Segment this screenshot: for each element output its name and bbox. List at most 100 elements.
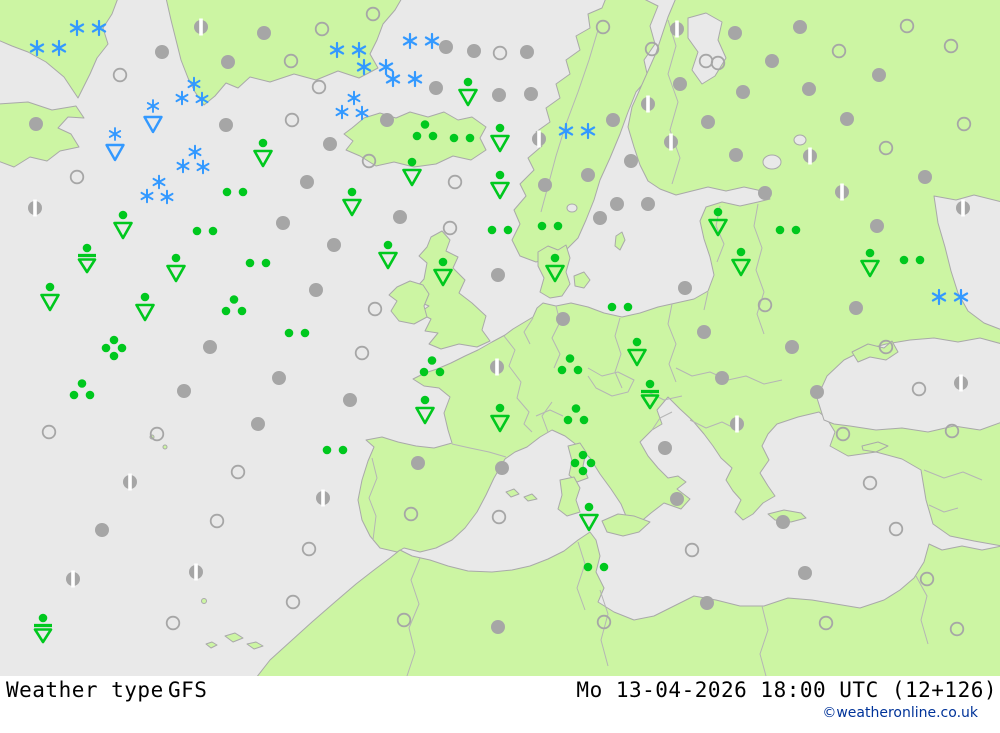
partly-cloudy-icon xyxy=(803,147,817,165)
clear-sky-icon xyxy=(596,614,612,630)
clear-sky-icon xyxy=(949,621,965,637)
clear-sky-icon xyxy=(314,21,330,37)
overcast-icon xyxy=(918,170,932,184)
snow-shower-icon xyxy=(145,100,162,132)
rain-shower-icon xyxy=(490,169,510,200)
overcast-icon xyxy=(849,301,863,315)
clear-sky-icon xyxy=(644,41,660,57)
partly-cloudy-icon xyxy=(670,20,684,38)
rain-shower-icon xyxy=(545,252,565,283)
snow-heavy-icon xyxy=(177,78,208,106)
clear-sky-icon xyxy=(818,615,834,631)
overcast-icon xyxy=(785,340,799,354)
drizzle-icon xyxy=(775,225,801,235)
partly-cloudy-icon xyxy=(532,130,546,148)
drizzle-icon xyxy=(537,221,563,231)
drizzle-icon xyxy=(192,226,218,236)
clear-sky-icon xyxy=(943,38,959,54)
snow-moderate-icon xyxy=(31,41,65,55)
clear-sky-icon xyxy=(831,43,847,59)
clear-sky-icon xyxy=(311,79,327,95)
rain-shower-icon xyxy=(731,246,751,277)
partly-cloudy-icon xyxy=(28,199,42,217)
rain-shower-icon xyxy=(40,281,60,312)
overcast-icon xyxy=(257,26,271,40)
overcast-icon xyxy=(411,456,425,470)
overcast-icon xyxy=(95,523,109,537)
heavy-rain-icon xyxy=(570,450,596,476)
overcast-icon xyxy=(810,385,824,399)
overcast-icon xyxy=(380,113,394,127)
overcast-icon xyxy=(276,216,290,230)
overcast-icon xyxy=(439,40,453,54)
partly-cloudy-icon xyxy=(189,563,203,581)
partly-cloudy-icon xyxy=(641,95,655,113)
overcast-icon xyxy=(678,281,692,295)
overcast-icon xyxy=(658,441,672,455)
clear-sky-icon xyxy=(944,423,960,439)
partly-cloudy-icon xyxy=(956,199,970,217)
overcast-icon xyxy=(556,312,570,326)
overcast-icon xyxy=(715,371,729,385)
rain-shower-icon xyxy=(415,394,435,425)
overcast-icon xyxy=(793,20,807,34)
clear-sky-icon xyxy=(301,541,317,557)
drizzle-icon xyxy=(583,562,609,572)
overcast-icon xyxy=(870,219,884,233)
overcast-icon xyxy=(776,515,790,529)
partly-cloudy-icon xyxy=(664,133,678,151)
clear-sky-icon xyxy=(365,6,381,22)
drizzle-icon xyxy=(222,187,248,197)
overcast-icon xyxy=(736,85,750,99)
map-area xyxy=(0,0,1000,676)
heavy-rain-shower-icon xyxy=(32,612,54,644)
clear-sky-icon xyxy=(878,140,894,156)
clear-sky-icon xyxy=(757,297,773,313)
overcast-icon xyxy=(29,117,43,131)
overcast-icon xyxy=(606,113,620,127)
overcast-icon xyxy=(641,197,655,211)
drizzle-icon xyxy=(449,133,475,143)
model-name: GFS xyxy=(168,678,208,702)
overcast-icon xyxy=(593,211,607,225)
overcast-icon xyxy=(272,371,286,385)
clear-sky-icon xyxy=(684,542,700,558)
snow-moderate-icon xyxy=(933,290,967,304)
partly-cloudy-icon xyxy=(194,18,208,36)
snow-moderate-icon xyxy=(560,124,594,138)
partly-cloudy-icon xyxy=(954,374,968,392)
rain-shower-icon xyxy=(860,247,880,278)
rain-shower-icon xyxy=(490,122,510,153)
overcast-icon xyxy=(309,283,323,297)
map-title: Weather type xyxy=(6,678,164,702)
rain-shower-icon xyxy=(402,156,422,187)
snow-moderate-icon xyxy=(387,72,421,86)
clear-sky-icon xyxy=(888,521,904,537)
partly-cloudy-icon xyxy=(490,358,504,376)
clear-sky-icon xyxy=(112,67,128,83)
snow-moderate-icon xyxy=(331,43,365,57)
clear-sky-icon xyxy=(285,594,301,610)
overcast-icon xyxy=(758,186,772,200)
clear-sky-icon xyxy=(403,506,419,522)
clear-sky-icon xyxy=(361,153,377,169)
snow-moderate-icon xyxy=(404,34,438,48)
rain-shower-icon xyxy=(113,209,133,240)
rain-shower-icon xyxy=(166,252,186,283)
overcast-icon xyxy=(670,492,684,506)
overcast-icon xyxy=(765,54,779,68)
weather-symbols-layer xyxy=(28,6,972,644)
clear-sky-icon xyxy=(354,345,370,361)
partly-cloudy-icon xyxy=(316,489,330,507)
rain-shower-icon xyxy=(708,206,728,237)
snow-shower-icon xyxy=(107,128,124,160)
rain-shower-icon xyxy=(253,137,273,168)
overcast-icon xyxy=(467,44,481,58)
snow-moderate-icon xyxy=(358,60,392,74)
overcast-icon xyxy=(729,148,743,162)
overcast-icon xyxy=(872,68,886,82)
overcast-icon xyxy=(491,268,505,282)
snow-moderate-icon xyxy=(71,21,105,35)
copyright-link[interactable]: ©weatheronline.co.uk xyxy=(822,705,978,721)
clear-sky-icon xyxy=(956,116,972,132)
